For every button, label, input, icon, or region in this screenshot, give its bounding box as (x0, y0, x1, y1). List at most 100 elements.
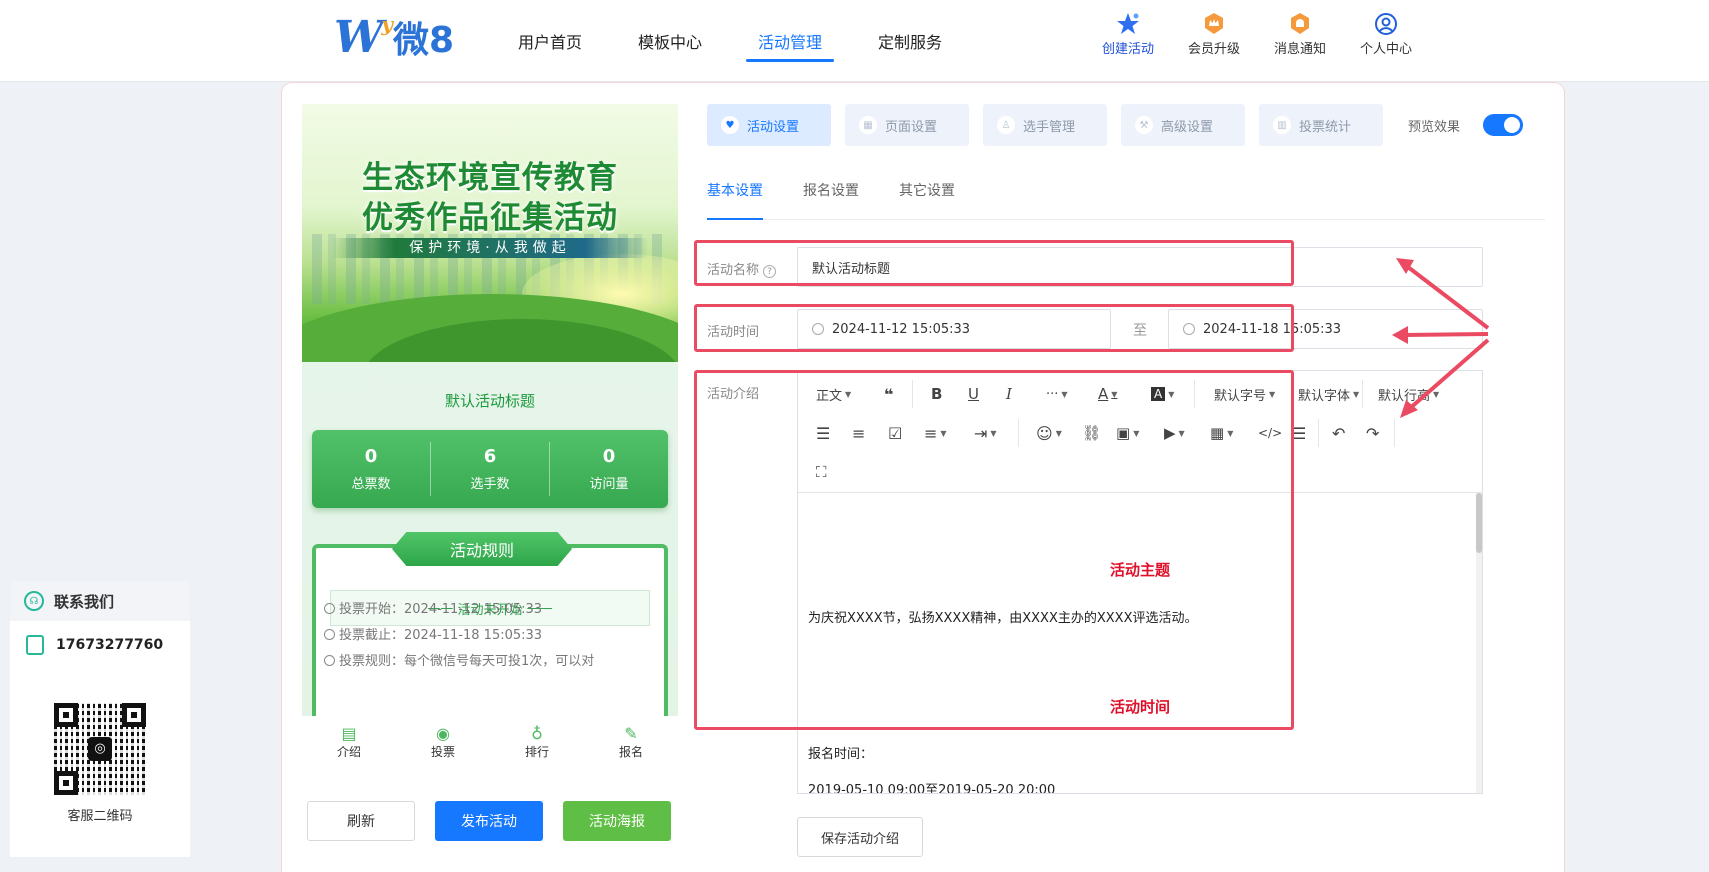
stat-label: 选手数 (470, 477, 510, 492)
numbered-list-icon[interactable]: ≡ (852, 418, 865, 448)
tab-contestant-management[interactable]: ♙ 选手管理 (983, 104, 1107, 146)
user-circle-icon (1371, 10, 1401, 38)
qr-code: ◎ (54, 703, 146, 795)
table-icon[interactable]: ▦ ▼ (1210, 418, 1233, 448)
bell-badge-icon (1285, 10, 1315, 38)
contact-header: ☊ 联系我们 (10, 581, 190, 621)
stats-panel: 0 总票数 6 选手数 0 访问量 (302, 430, 668, 508)
refresh-button[interactable]: 刷新 (307, 801, 415, 841)
subtab-other[interactable]: 其它设置 (899, 160, 955, 219)
bold-icon[interactable]: B (931, 379, 942, 409)
activity-name-input[interactable]: 默认活动标题 (797, 247, 1483, 287)
crown-badge-icon (1199, 10, 1229, 38)
code-icon[interactable]: </> (1258, 418, 1282, 448)
save-intro-button[interactable]: 保存活动介绍 (797, 817, 923, 857)
content-heading-time: 活动时间 (1109, 698, 1170, 716)
video-icon[interactable]: ▶ ▼ (1164, 418, 1185, 448)
main-nav: 用户首页 模板中心 活动管理 定制服务 (490, 0, 970, 82)
stat-label: 访问量 (589, 477, 629, 492)
rule-line-vote-start: 投票开始：2024-11-12 15:05:33 (324, 598, 542, 617)
activity-name-label: 活动名称? (707, 259, 777, 278)
fullscreen-icon[interactable]: ⛶ (816, 457, 827, 487)
edit-icon: ✎ (624, 724, 638, 743)
banner-subtitle: 保护环境·从我做起 (332, 238, 648, 258)
tab-page-settings[interactable]: ▦ 页面设置 (845, 104, 969, 146)
todo-list-icon[interactable]: ☑ (888, 418, 902, 448)
subtab-basic[interactable]: 基本设置 (707, 160, 763, 220)
image-icon[interactable]: ▣ ▼ (1116, 418, 1139, 448)
tools-icon: ⚒ (1135, 116, 1153, 134)
stat-value: 6 (483, 446, 497, 467)
editor-scrollbar[interactable] (1476, 493, 1482, 793)
tab-ranking[interactable]: ♁ 排行 (490, 716, 584, 768)
underline-icon[interactable]: U (968, 379, 979, 409)
font-color-icon[interactable]: A ▼ (1098, 379, 1117, 409)
editor-content[interactable]: 活动主题 为庆祝XXXX节，弘扬XXXX精神，由XXXX主办的XXXX评选活动。… (798, 493, 1482, 793)
emoji-icon[interactable]: ☺ ▼ (1036, 418, 1062, 448)
link-icon[interactable]: ⛓ (1082, 418, 1101, 448)
publish-activity-button[interactable]: 发布活动 (435, 801, 543, 841)
content-paragraph: 为庆祝XXXX节，弘扬XXXX精神，由XXXX主办的XXXX评选活动。 (808, 611, 1198, 626)
notifications-button[interactable]: 消息通知 (1257, 10, 1343, 57)
page-icon: ▦ (859, 116, 877, 134)
logo[interactable]: Wy 微8 (334, 11, 455, 63)
end-time-input[interactable]: 2024-11-18 15:05:33 (1168, 309, 1483, 349)
nav-user-home[interactable]: 用户首页 (490, 0, 610, 82)
create-activity-button[interactable]: 创建活动 (1085, 10, 1171, 57)
paragraph-format-dropdown[interactable]: 正文 ▼ (816, 379, 851, 409)
tab-vote[interactable]: ◉ 投票 (396, 716, 490, 768)
preview-toggle-label: 预览效果 (1408, 120, 1461, 135)
undo-icon[interactable]: ↶ (1332, 418, 1345, 448)
quote-icon[interactable]: ❝ (884, 379, 893, 409)
tab-vote-statistics[interactable]: ▥ 投票统计 (1259, 104, 1383, 146)
tab-signup[interactable]: ✎ 报名 (584, 716, 678, 768)
align-icon[interactable]: ≡ ▼ (924, 418, 947, 448)
preview-toggle[interactable] (1483, 114, 1523, 136)
subtab-signup[interactable]: 报名设置 (803, 160, 859, 219)
content-paragraph: 2019-05-10 09:00至2019-05-20 20:00 (808, 783, 1056, 793)
activity-intro-label: 活动介绍 (707, 387, 760, 402)
more-styles-icon[interactable]: ··· ▼ (1046, 379, 1068, 409)
top-bar: Wy 微8 用户首页 模板中心 活动管理 定制服务 创建活动 会员升级 消息通知… (0, 0, 1709, 82)
rules-heading: 活动规则 (392, 532, 572, 566)
mobile-preview: 生态环境宣传教育 优秀作品征集活动 保护环境·从我做起 默认活动标题 0 总票数… (302, 104, 678, 716)
personal-center-label: 个人中心 (1359, 42, 1412, 57)
redo-icon[interactable]: ↷ (1366, 418, 1379, 448)
nav-activity-management[interactable]: 活动管理 (730, 0, 850, 82)
personal-center-button[interactable]: 个人中心 (1343, 10, 1429, 57)
tab-intro[interactable]: ▤ 介绍 (302, 716, 396, 768)
indent-icon[interactable]: ⇥ ▼ (974, 418, 997, 448)
person-icon: ♙ (997, 116, 1015, 134)
divider-icon[interactable]: ☰ (1292, 418, 1306, 448)
clock-icon (1183, 323, 1195, 335)
font-family-dropdown[interactable]: 默认字体 ▼ (1298, 379, 1359, 409)
create-activity-label: 创建活动 (1101, 42, 1154, 57)
activity-poster-button[interactable]: 活动海报 (563, 801, 671, 841)
banner-title-line-1: 生态环境宣传教育 (362, 160, 618, 196)
rich-text-editor: 正文 ▼ ❝ B U I ··· ▼ A ▼ A ▼ 默认字号 ▼ 默认字体 ▼ 默认行高 ▼… (797, 370, 1483, 794)
contact-phone[interactable]: 17673277760 (10, 621, 190, 655)
preview-activity-title: 默认活动标题 (444, 392, 535, 410)
stat-label: 总票数 (351, 477, 391, 492)
stat-value: 0 (602, 446, 616, 467)
header-tools: 创建活动 会员升级 消息通知 个人中心 (1085, 10, 1429, 57)
nav-custom-service[interactable]: 定制服务 (850, 0, 970, 82)
start-time-input[interactable]: 2024-11-12 15:05:33 (797, 309, 1111, 349)
stat-total-votes: 0 总票数 (312, 442, 431, 496)
member-upgrade-button[interactable]: 会员升级 (1171, 10, 1257, 57)
line-height-dropdown[interactable]: 默认行高 ▼ (1378, 379, 1439, 409)
wechat-icon: ◎ (88, 737, 112, 761)
tab-advanced-settings[interactable]: ⚒ 高级设置 (1121, 104, 1245, 146)
help-icon[interactable]: ? (763, 265, 777, 278)
logo-name: 微8 (393, 20, 455, 61)
tab-activity-settings[interactable]: ♥ 活动设置 (707, 104, 831, 146)
nav-template-center[interactable]: 模板中心 (610, 0, 730, 82)
font-size-dropdown[interactable]: 默认字号 ▼ (1214, 379, 1275, 409)
clock-icon (812, 323, 824, 335)
document-icon: ▤ (341, 724, 357, 743)
highlight-color-icon[interactable]: A ▼ (1151, 379, 1174, 409)
bullet-list-icon[interactable]: ☰ (816, 418, 830, 448)
logo-brand: W (334, 11, 383, 63)
notifications-label: 消息通知 (1273, 42, 1326, 57)
italic-icon[interactable]: I (1006, 379, 1012, 409)
